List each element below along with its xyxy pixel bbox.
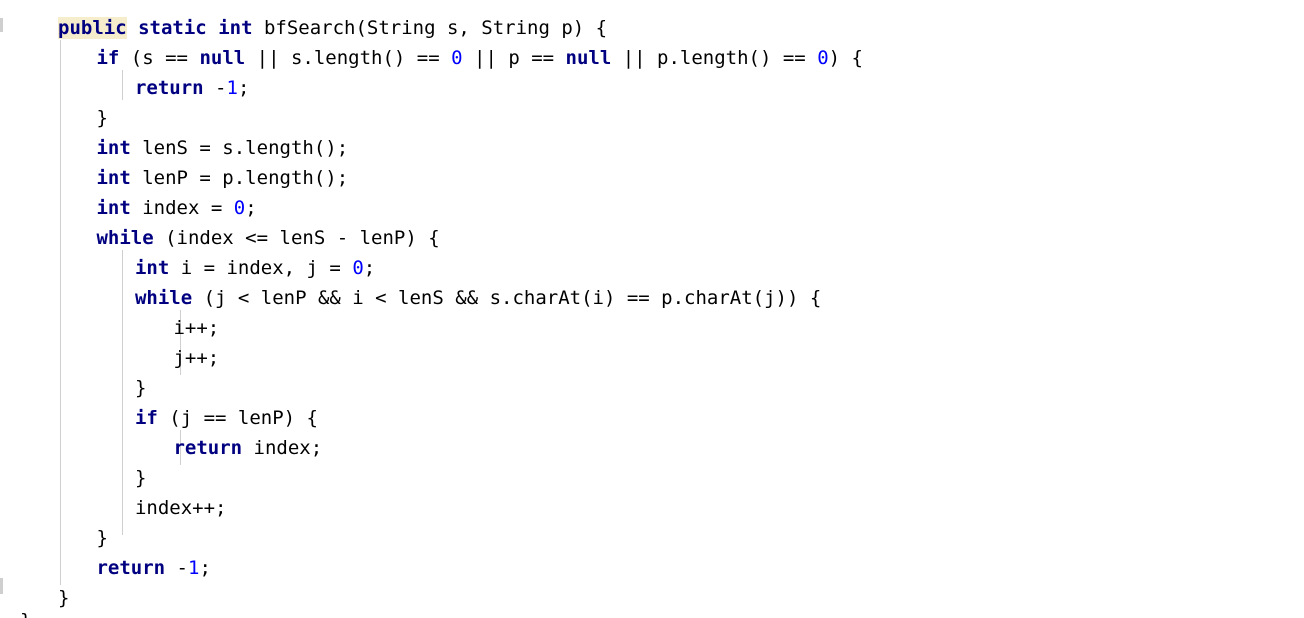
code-token-text: || p ==: [462, 47, 566, 69]
code-token-text: lenP = p.length();: [130, 167, 349, 189]
code-token-text: i++;: [173, 317, 220, 339]
indent-guide-2: [122, 250, 123, 535]
code-line[interactable]: return -1;: [135, 73, 249, 103]
code-token-keyword: return: [96, 557, 166, 579]
code-editor[interactable]: public static int bfSearch(String s, Str…: [0, 0, 1304, 618]
code-line[interactable]: int lenP = p.length();: [96, 163, 348, 193]
code-line[interactable]: j++;: [173, 343, 219, 373]
code-line[interactable]: return index;: [173, 433, 322, 463]
code-token-text: -: [165, 557, 188, 579]
code-token-keyword: int: [96, 197, 131, 219]
code-line[interactable]: while (index <= lenS - lenP) {: [96, 223, 439, 253]
code-token-text: ;: [245, 197, 257, 219]
code-line[interactable]: }: [96, 103, 107, 133]
code-token-text: }: [96, 107, 108, 129]
code-token-keyword: int: [218, 17, 253, 39]
indent-guide-1: [122, 70, 123, 100]
code-token-text: lenS = s.length();: [130, 137, 349, 159]
code-token-text: || s.length() ==: [245, 47, 452, 69]
code-token-keyword: return: [173, 437, 243, 459]
code-token-keyword: static: [138, 17, 207, 39]
code-token-text: (j == lenP) {: [157, 407, 318, 429]
indent-guide-0: [60, 40, 61, 585]
code-text-surface[interactable]: public static int bfSearch(String s, Str…: [0, 0, 1304, 618]
code-line[interactable]: public static int bfSearch(String s, Str…: [58, 13, 607, 43]
code-line[interactable]: if (s == null || s.length() == 0 || p ==…: [96, 43, 863, 73]
code-token-text: }: [58, 587, 70, 609]
code-token-keyword: if: [134, 407, 158, 429]
code-token-number: 0: [817, 47, 829, 69]
code-token-number: 0: [352, 257, 364, 279]
editor-edge-mark-0: [0, 18, 3, 32]
code-token-keyword: return: [134, 77, 204, 99]
code-token-text: j++;: [173, 347, 220, 369]
code-token-keyword: if: [96, 47, 120, 69]
code-token-keyword: null: [199, 47, 246, 69]
code-line[interactable]: if (j == lenP) {: [135, 403, 318, 433]
code-token-text: }: [96, 527, 108, 549]
code-token-text: index =: [130, 197, 234, 219]
code-token-text: i = index, j =: [169, 257, 353, 279]
code-token-text: (s ==: [119, 47, 200, 69]
code-token-text: ;: [199, 557, 211, 579]
code-token-keyword: int: [96, 137, 131, 159]
code-line[interactable]: i++;: [173, 313, 219, 343]
code-line[interactable]: int index = 0;: [96, 193, 256, 223]
code-line[interactable]: }: [135, 373, 146, 403]
code-token-text: ;: [237, 77, 250, 99]
code-token-text: }: [134, 467, 147, 489]
code-line[interactable]: while (j < lenP && i < lenS && s.charAt(…: [135, 283, 821, 313]
code-token-text: bfSearch(String s, String p) {: [252, 17, 608, 39]
code-token-number: 0: [451, 47, 463, 69]
code-token-text: index++;: [134, 497, 227, 519]
code-token-text: (j < lenP && i < lenS && s.charAt(i) == …: [192, 287, 822, 309]
code-token-number: 1: [188, 557, 200, 579]
code-line[interactable]: }: [96, 523, 107, 553]
code-line[interactable]: }: [58, 583, 69, 613]
code-token-text: -: [203, 77, 227, 99]
code-token-keyword: null: [565, 47, 612, 69]
code-line[interactable]: int i = index, j = 0;: [135, 253, 375, 283]
code-line[interactable]: index++;: [135, 493, 227, 523]
code-token-number: 0: [233, 197, 246, 219]
code-token-text: ;: [363, 257, 376, 279]
code-line[interactable]: return -1;: [96, 553, 210, 583]
code-token-keyword: while: [134, 287, 193, 309]
editor-edge-mark-1: [0, 578, 3, 594]
clipped-brace-glyph: }: [20, 606, 31, 618]
code-token-text: ) {: [828, 47, 863, 69]
code-token-number: 1: [226, 77, 238, 99]
code-token-keyword: int: [96, 167, 131, 189]
code-token-highlighted: public: [58, 17, 127, 39]
code-line[interactable]: }: [135, 463, 146, 493]
code-token-text: (index <= lenS - lenP) {: [153, 227, 440, 249]
code-token-keyword: int: [134, 257, 170, 279]
code-token-text: }: [134, 377, 147, 399]
code-token-text: || p.length() ==: [611, 47, 818, 69]
code-line[interactable]: int lenS = s.length();: [96, 133, 348, 163]
code-token-text: index;: [242, 437, 323, 459]
code-token-keyword: while: [96, 227, 154, 249]
